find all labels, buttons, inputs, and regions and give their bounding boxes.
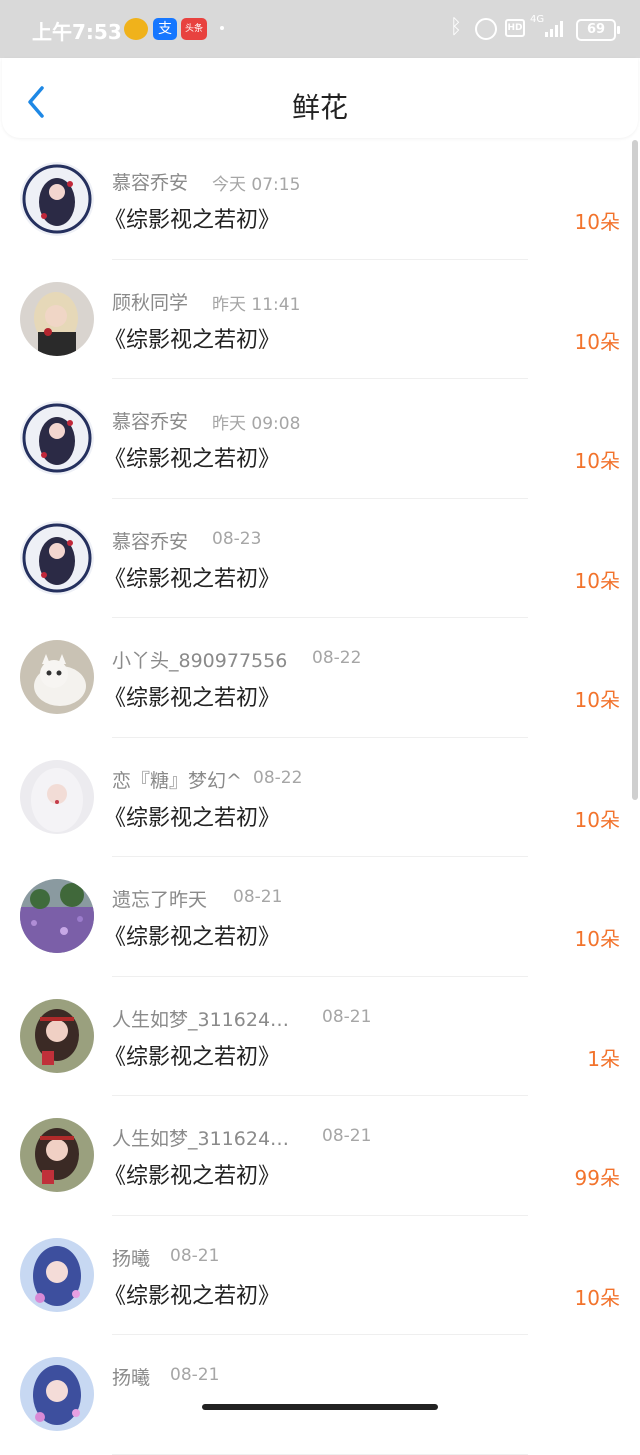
user-name[interactable]: 人生如梦_311624… bbox=[112, 1124, 289, 1151]
user-name[interactable]: 慕容乔安 bbox=[112, 527, 188, 554]
alarm-icon bbox=[475, 18, 497, 40]
book-title: 《综影视之若初》 bbox=[104, 208, 281, 233]
avatar-image bbox=[20, 1237, 94, 1312]
timestamp: 08-22 bbox=[253, 767, 303, 788]
list-item[interactable]: 慕容乔安 昨天 09:08 《综影视之若初》 10朵 bbox=[0, 379, 628, 499]
timestamp: 08-21 bbox=[170, 1245, 220, 1266]
list-item[interactable]: 慕容乔安 08-23 《综影视之若初》 10朵 bbox=[0, 499, 628, 618]
book-title: 《综影视之若初》 bbox=[104, 1044, 281, 1070]
list-item[interactable]: 慕容乔安 今天 07:15 《综影视之若初》 10朵 bbox=[0, 140, 628, 260]
avatar[interactable] bbox=[20, 520, 94, 595]
home-indicator[interactable] bbox=[202, 1404, 438, 1410]
book-title: 《综影视之若初》 bbox=[104, 686, 281, 711]
flower-count: 10朵 bbox=[574, 927, 620, 951]
avatar-image bbox=[20, 162, 94, 236]
list-item[interactable]: 小丫头_890977556 08-22 《综影视之若初》 10朵 bbox=[0, 618, 628, 738]
book-title: 《综影视之若初》 bbox=[104, 1283, 281, 1309]
nav-header: 鲜花 bbox=[2, 58, 638, 138]
hd-icon: HD bbox=[505, 19, 525, 37]
avatar-image bbox=[20, 1357, 94, 1431]
user-name[interactable]: 扬曦 bbox=[112, 1244, 150, 1271]
avatar[interactable] bbox=[20, 401, 94, 475]
scrollbar[interactable] bbox=[632, 140, 638, 800]
flower-count: 10朵 bbox=[574, 807, 620, 832]
bluetooth-icon: ᛒ bbox=[450, 14, 462, 38]
user-name[interactable]: 小丫头_890977556 bbox=[112, 646, 287, 673]
avatar-image bbox=[20, 879, 94, 953]
list-item[interactable]: 遗忘了昨天 08-21 《综影视之若初》 10朵 bbox=[0, 857, 628, 977]
book-title: 《综影视之若初》 bbox=[104, 925, 281, 950]
timestamp: 昨天 09:08 bbox=[212, 414, 301, 434]
flower-count: 99朵 bbox=[574, 1166, 620, 1190]
list-item[interactable]: 顾秋同学 昨天 11:41 《综影视之若初》 10朵 bbox=[0, 260, 628, 379]
timestamp: 08-21 bbox=[322, 1006, 372, 1027]
timestamp: 08-21 bbox=[170, 1365, 220, 1385]
weibo-icon bbox=[124, 18, 148, 40]
avatar-image bbox=[20, 520, 94, 595]
list-item[interactable]: 恋『糖』梦幻^ 08-22 《综影视之若初》 10朵 bbox=[0, 738, 628, 857]
battery-icon: 69 bbox=[576, 19, 620, 41]
flower-count: 10朵 bbox=[574, 449, 620, 473]
user-name[interactable]: 遗忘了昨天 bbox=[112, 885, 207, 912]
avatar[interactable] bbox=[20, 1118, 94, 1192]
flower-count: 10朵 bbox=[574, 688, 620, 712]
timestamp: 08-22 bbox=[312, 648, 362, 668]
timestamp: 08-23 bbox=[212, 528, 262, 549]
avatar[interactable] bbox=[20, 1237, 94, 1312]
book-title: 《综影视之若初》 bbox=[104, 1164, 281, 1189]
avatar[interactable] bbox=[20, 281, 94, 356]
book-title: 《综影视之若初》 bbox=[104, 805, 281, 831]
timestamp: 昨天 11:41 bbox=[212, 294, 301, 315]
list-item[interactable]: 人生如梦_311624… 08-21 《综影视之若初》 99朵 bbox=[0, 1096, 628, 1216]
avatar-image bbox=[20, 401, 94, 475]
avatar-image bbox=[20, 1118, 94, 1192]
signal-icon bbox=[545, 21, 563, 37]
avatar[interactable] bbox=[20, 640, 94, 714]
avatar[interactable] bbox=[20, 162, 94, 236]
user-name[interactable]: 慕容乔安 bbox=[112, 407, 188, 434]
avatar[interactable] bbox=[20, 759, 94, 834]
avatar-image bbox=[20, 640, 94, 714]
toutiao-icon: 头条 bbox=[181, 18, 207, 40]
user-name[interactable]: 人生如梦_311624… bbox=[112, 1005, 289, 1032]
flower-count: 10朵 bbox=[574, 568, 620, 593]
avatar[interactable] bbox=[20, 1357, 94, 1431]
user-name[interactable]: 恋『糖』梦幻^ bbox=[112, 766, 242, 793]
avatar-image bbox=[20, 281, 94, 356]
avatar-image bbox=[20, 759, 94, 834]
flower-count: 1朵 bbox=[587, 1046, 620, 1071]
status-bar: 上午7:53 支 头条 ᛒ HD 4G 69 bbox=[0, 0, 640, 58]
avatar[interactable] bbox=[20, 879, 94, 953]
book-title: 《综影视之若初》 bbox=[104, 447, 281, 472]
avatar[interactable] bbox=[20, 998, 94, 1073]
user-name[interactable]: 慕容乔安 bbox=[112, 168, 188, 195]
divider bbox=[112, 1453, 528, 1455]
timestamp: 今天 07:15 bbox=[212, 175, 301, 195]
page-title: 鲜花 bbox=[291, 91, 348, 124]
flower-record-list: 慕容乔安 今天 07:15 《综影视之若初》 10朵 顾秋同学 昨天 11:41 《综影视之… bbox=[0, 140, 628, 1455]
flower-count: 10朵 bbox=[574, 210, 620, 234]
user-name[interactable]: 扬曦 bbox=[112, 1363, 150, 1390]
list-item[interactable]: 扬曦 08-21 《综影视之若初》 10朵 bbox=[0, 1216, 628, 1335]
list-item[interactable]: 人生如梦_311624… 08-21 《综影视之若初》 1朵 bbox=[0, 977, 628, 1096]
flower-count: 10朵 bbox=[574, 1285, 620, 1310]
timestamp: 08-21 bbox=[322, 1126, 372, 1146]
notification-dot-icon bbox=[220, 26, 224, 30]
flower-count: 10朵 bbox=[574, 329, 620, 354]
status-time: 上午7:53 bbox=[32, 20, 122, 44]
list-item[interactable]: 扬曦 08-21 bbox=[0, 1335, 628, 1455]
user-name[interactable]: 顾秋同学 bbox=[112, 288, 188, 315]
book-title: 《综影视之若初》 bbox=[104, 566, 281, 592]
timestamp: 08-21 bbox=[233, 887, 283, 907]
avatar-image bbox=[20, 998, 94, 1073]
book-title: 《综影视之若初》 bbox=[104, 327, 281, 353]
network-type: 4G bbox=[530, 14, 545, 25]
alipay-icon: 支 bbox=[153, 18, 177, 40]
